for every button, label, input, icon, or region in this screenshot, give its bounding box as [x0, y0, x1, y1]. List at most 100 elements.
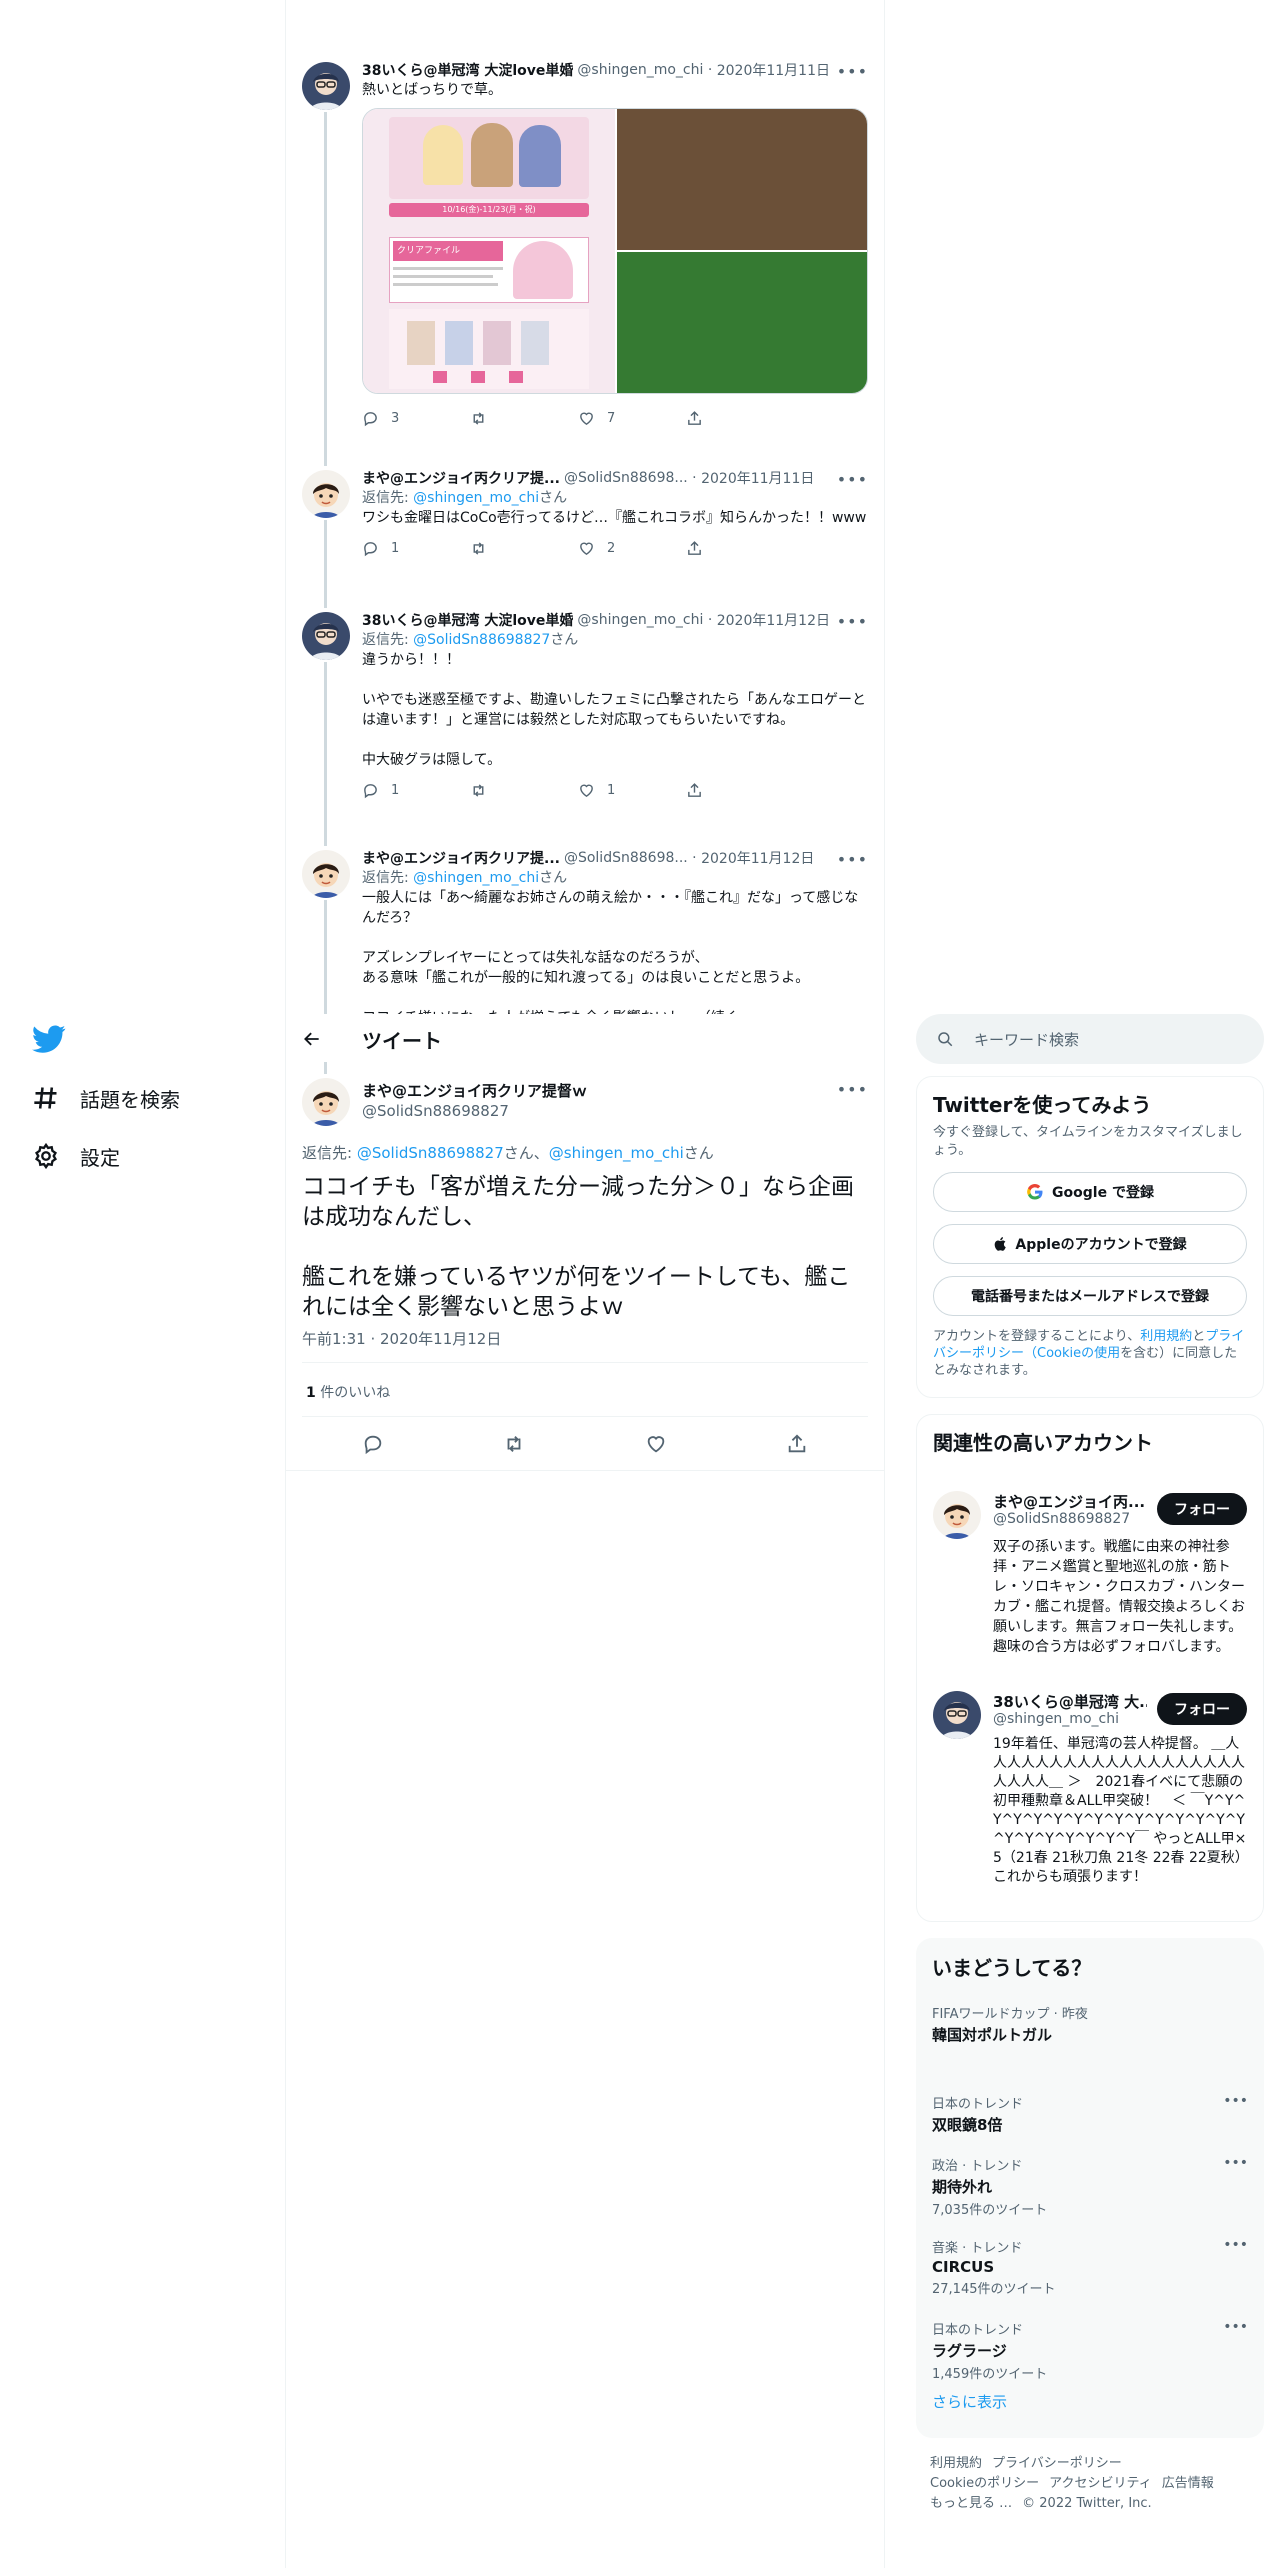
- avatar[interactable]: [302, 62, 350, 110]
- more-icon[interactable]: •••: [1223, 2319, 1248, 2335]
- more-icon[interactable]: •••: [1223, 2093, 1248, 2109]
- reply-to-link[interactable]: @shingen_mo_chi: [413, 490, 539, 506]
- tweet-actions: 1 1: [362, 770, 868, 810]
- trend-item[interactable]: 音楽 · トレンド CIRCUS 27,145件のツイート •••: [916, 2227, 1264, 2309]
- author-name[interactable]: 38いくら@単冠湾 大淀love単婚: [362, 60, 573, 80]
- author-handle[interactable]: @SolidSn88698...: [564, 470, 688, 486]
- trend-item[interactable]: FIFAワールドカップ · 昨夜 韓国対ポルトガル: [916, 1993, 1264, 2083]
- author-handle[interactable]: @SolidSn88698827: [362, 1102, 509, 1120]
- show-more-link[interactable]: さらに表示: [916, 2385, 1264, 2418]
- trend-item[interactable]: 政治 · トレンド 期待外れ 7,035件のツイート •••: [916, 2145, 1264, 2227]
- apple-signup-button[interactable]: Appleのアカウントで登録: [933, 1224, 1247, 1264]
- tweet-date[interactable]: 2020年11月11日: [717, 60, 830, 80]
- follow-button[interactable]: フォロー: [1157, 1693, 1247, 1725]
- nav-settings[interactable]: 設定: [32, 1136, 120, 1176]
- thread-tweet[interactable]: 38いくら@単冠湾 大淀love単婚 @shingen_mo_chi · 202…: [286, 46, 884, 454]
- share-icon[interactable]: [786, 1433, 808, 1455]
- avatar[interactable]: [302, 612, 350, 660]
- reply-to-link[interactable]: @shingen_mo_chi: [549, 1144, 684, 1162]
- reply-button[interactable]: 3: [362, 410, 470, 427]
- follow-button[interactable]: フォロー: [1157, 1493, 1247, 1525]
- retweet-button[interactable]: [470, 410, 578, 427]
- author-name[interactable]: まや@エンジョイ丙クリア提...: [362, 468, 560, 488]
- google-signup-button[interactable]: Google で登録: [933, 1172, 1247, 1212]
- account-handle[interactable]: @shingen_mo_chi: [993, 1711, 1119, 1727]
- author-name[interactable]: まや@エンジョイ丙クリア提督ｗ: [362, 1080, 587, 1101]
- footer-privacy[interactable]: プライバシーポリシー: [992, 2456, 1122, 2471]
- trend-item[interactable]: 日本のトレンド 双眼鏡8倍 •••: [916, 2083, 1264, 2145]
- author-name[interactable]: 38いくら@単冠湾 大淀love単婚: [362, 610, 573, 630]
- tweet-header: まや@エンジョイ丙クリア提... @SolidSn88698... · 2020…: [362, 468, 815, 488]
- like-button[interactable]: 1: [578, 782, 686, 799]
- avatar[interactable]: [302, 470, 350, 518]
- footer: 利用規約 プライバシーポリシー Cookieのポリシー アクセシビリティ 広告情報 も…: [930, 2454, 1260, 2514]
- phone-email-signup-button[interactable]: 電話番号またはメールアドレスで登録: [933, 1276, 1247, 1316]
- retweet-button[interactable]: [470, 540, 578, 557]
- media-banner: 10/16(金)-11/23(月・祝): [389, 203, 589, 217]
- account-cell[interactable]: 38いくら@単冠湾 大... @shingen_mo_chi フォロー 19年着…: [917, 1677, 1263, 1917]
- terms-link[interactable]: 利用規約: [1140, 1329, 1192, 1344]
- media-image-brown[interactable]: [617, 109, 867, 250]
- author-name[interactable]: まや@エンジョイ丙クリア提...: [362, 848, 560, 868]
- like-button[interactable]: 2: [578, 540, 686, 557]
- heart-icon[interactable]: [645, 1433, 667, 1455]
- reply-icon[interactable]: [362, 1433, 384, 1455]
- footer-cookie[interactable]: Cookieのポリシー: [930, 2476, 1039, 2491]
- retweet-button[interactable]: [470, 782, 578, 799]
- avatar[interactable]: [933, 1491, 981, 1539]
- thread-tweet[interactable]: まや@エンジョイ丙クリア提... @SolidSn88698... · 2020…: [286, 454, 884, 596]
- search-box[interactable]: キーワード検索: [916, 1014, 1264, 1064]
- search-input[interactable]: キーワード検索: [974, 1029, 1079, 1050]
- media-image-green[interactable]: [617, 252, 867, 393]
- more-icon[interactable]: •••: [837, 470, 868, 489]
- reply-button[interactable]: 1: [362, 540, 470, 557]
- twitter-logo-icon[interactable]: [32, 1022, 66, 1056]
- reply-to-link[interactable]: @SolidSn88698827: [413, 632, 550, 648]
- share-button[interactable]: [686, 540, 794, 557]
- back-arrow-icon[interactable]: [302, 1029, 322, 1049]
- thread-tweet[interactable]: まや@エンジョイ丙クリア提... @SolidSn88698... · 2020…: [286, 834, 884, 1014]
- avatar[interactable]: [933, 1691, 981, 1739]
- tweet-date[interactable]: 2020年11月12日: [701, 848, 814, 868]
- like-button[interactable]: 7: [578, 410, 686, 427]
- account-handle[interactable]: @SolidSn88698827: [993, 1511, 1130, 1527]
- author-handle[interactable]: @SolidSn88698...: [564, 850, 688, 866]
- author-handle[interactable]: @shingen_mo_chi: [577, 62, 703, 78]
- reply-icon: [364, 541, 377, 556]
- thread-tweet[interactable]: 38いくら@単冠湾 大淀love単婚 @shingen_mo_chi · 202…: [286, 596, 884, 834]
- more-icon[interactable]: •••: [1223, 2237, 1248, 2253]
- tweet-date[interactable]: 2020年11月12日: [717, 610, 830, 630]
- retweet-icon[interactable]: [503, 1433, 525, 1455]
- likes-count[interactable]: 1 件のいいね: [306, 1382, 390, 1402]
- more-icon[interactable]: •••: [837, 850, 868, 869]
- avatar[interactable]: [302, 850, 350, 898]
- more-icon[interactable]: •••: [837, 62, 868, 81]
- tweet-date[interactable]: 2020年11月11日: [701, 468, 814, 488]
- reply-to-link[interactable]: @shingen_mo_chi: [413, 870, 539, 886]
- account-name[interactable]: 38いくら@単冠湾 大...: [993, 1691, 1147, 1712]
- footer-terms[interactable]: 利用規約: [930, 2456, 982, 2471]
- reply-button[interactable]: 1: [362, 782, 470, 799]
- author-handle[interactable]: @shingen_mo_chi: [577, 612, 703, 628]
- footer-accessibility[interactable]: アクセシビリティ: [1049, 2476, 1152, 2491]
- more-icon[interactable]: •••: [837, 1080, 868, 1099]
- footer-more[interactable]: もっと見る …: [930, 2496, 1012, 2511]
- hashtag-icon: [34, 1087, 57, 1109]
- tweet-media[interactable]: 10/16(金)-11/23(月・祝) クリアファイル: [362, 108, 868, 394]
- account-name[interactable]: まや@エンジョイ丙...: [993, 1491, 1147, 1512]
- more-icon[interactable]: •••: [837, 612, 868, 631]
- tweet-text: 一般人には「あ～綺麗なお姉さんの萌え絵か・・・『艦これ』だな」って感じなんだろ？…: [362, 890, 859, 1014]
- nav-explore[interactable]: 話題を検索: [32, 1078, 180, 1118]
- media-image-poster[interactable]: 10/16(金)-11/23(月・祝) クリアファイル: [363, 109, 615, 393]
- apple-icon: [995, 1237, 1007, 1251]
- share-button[interactable]: [686, 410, 794, 427]
- footer-ads[interactable]: 広告情報: [1162, 2476, 1214, 2491]
- account-cell[interactable]: まや@エンジョイ丙... @SolidSn88698827 フォロー 双子の孫い…: [917, 1477, 1263, 1677]
- trend-item[interactable]: 日本のトレンド ラグラージ 1,459件のツイート •••: [916, 2309, 1264, 2385]
- tweet-timestamp[interactable]: 午前1:31 · 2020年11月12日: [302, 1328, 501, 1349]
- avatar[interactable]: [302, 1078, 350, 1126]
- tweet-text: ワシも金曜日はCoCo壱行ってるけど…『艦これコラボ』知らんかった！！www: [362, 510, 867, 526]
- share-button[interactable]: [686, 782, 794, 799]
- reply-to-link[interactable]: @SolidSn88698827: [357, 1144, 504, 1162]
- more-icon[interactable]: •••: [1223, 2155, 1248, 2171]
